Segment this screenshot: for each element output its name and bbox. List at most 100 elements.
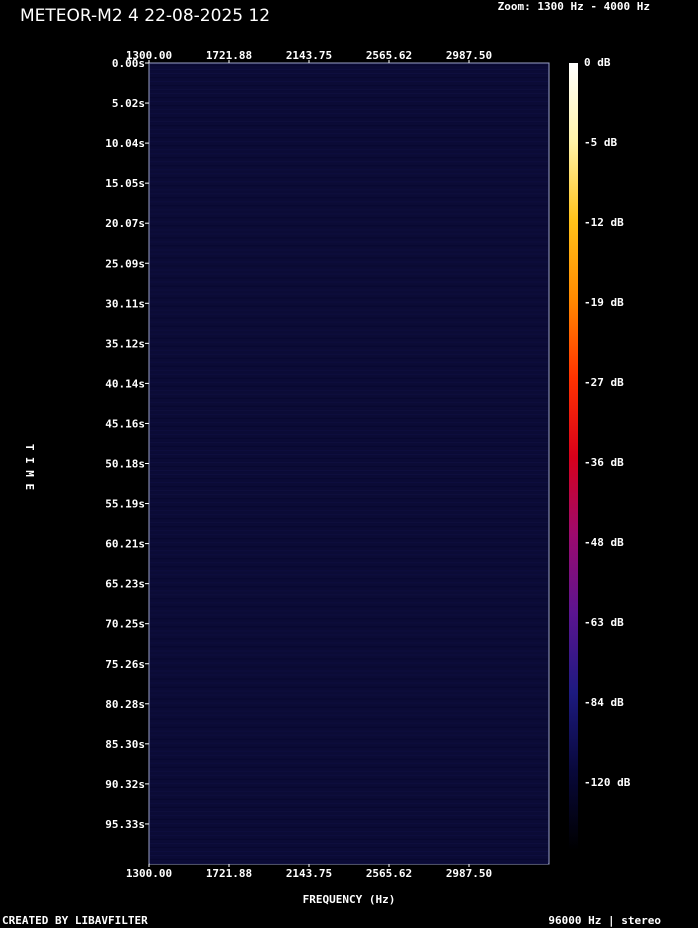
noise-line [150, 790, 548, 792]
footer-credit: CREATED BY LIBAVFILTER [2, 914, 148, 927]
noise-line [150, 838, 548, 840]
noise-line [150, 381, 548, 383]
noise-line [150, 654, 548, 656]
noise-line [150, 658, 548, 660]
noise-line [150, 93, 548, 95]
noise-line [150, 461, 548, 463]
noise-line [150, 417, 548, 419]
noise-line [150, 309, 548, 311]
noise-line [150, 566, 548, 568]
noise-line [150, 702, 548, 704]
noise-line [150, 614, 548, 616]
noise-line [150, 818, 548, 820]
noise-line [150, 674, 548, 676]
noise-line [150, 770, 548, 772]
colorbar-tick-label: -84 dB [584, 696, 624, 709]
noise-line [150, 453, 548, 455]
y-tick-label: 75.26s [105, 658, 145, 671]
noise-line [150, 634, 548, 636]
noise-line [150, 365, 548, 367]
colorbar [569, 63, 578, 850]
noise-line [150, 241, 548, 243]
noise-line [150, 830, 548, 832]
noise-line [150, 670, 548, 672]
noise-line [150, 117, 548, 119]
noise-line [150, 97, 548, 99]
y-axis-label: T I M E [23, 444, 36, 490]
noise-line [150, 806, 548, 808]
y-tick-label: 20.07s [105, 217, 145, 230]
noise-line [150, 225, 548, 227]
noise-line [150, 726, 548, 728]
noise-line [150, 546, 548, 548]
noise-line [150, 385, 548, 387]
noise-line [150, 590, 548, 592]
noise-line [150, 822, 548, 824]
noise-line [150, 237, 548, 239]
footer-sample-rate: 96000 Hz | stereo [548, 914, 661, 927]
noise-line [150, 730, 548, 732]
noise-line [150, 209, 548, 211]
noise-line [150, 486, 548, 488]
noise-line [150, 161, 548, 163]
noise-line [150, 598, 548, 600]
colorbar-tick-label: -12 dB [584, 216, 624, 229]
noise-line [150, 437, 548, 439]
x-tick-label-bottom: 2987.50 [446, 867, 492, 880]
noise-line [150, 738, 548, 740]
noise-line [150, 425, 548, 427]
noise-line [150, 638, 548, 640]
noise-line [150, 101, 548, 103]
noise-line [150, 341, 548, 343]
noise-line [150, 562, 548, 564]
noise-line [150, 429, 548, 431]
noise-line [150, 137, 548, 139]
noise-line [150, 710, 548, 712]
noise-line [150, 421, 548, 423]
noise-line [150, 305, 548, 307]
noise-line [150, 558, 548, 560]
noise-line [150, 498, 548, 500]
noise-line [150, 742, 548, 744]
noise-line [150, 81, 548, 83]
noise-line [150, 77, 548, 79]
noise-line [150, 457, 548, 459]
noise-line [150, 409, 548, 411]
noise-line [150, 65, 548, 66]
noise-line [150, 722, 548, 724]
noise-line [150, 502, 548, 504]
noise-line [150, 602, 548, 604]
noise-line [150, 273, 548, 275]
noise-line [150, 173, 548, 175]
noise-line [150, 345, 548, 347]
noise-line [150, 141, 548, 143]
noise-line [150, 389, 548, 391]
noise-line [150, 197, 548, 199]
noise-line [150, 522, 548, 524]
y-tick-label: 0.00s [112, 57, 145, 70]
noise-line [150, 377, 548, 379]
noise-line [150, 289, 548, 291]
noise-line [150, 750, 548, 752]
noise-line [150, 810, 548, 812]
x-tick-label-bottom: 1300.00 [126, 867, 172, 880]
y-tick-label: 70.25s [105, 618, 145, 631]
colorbar-ticks: 0 dB -5 dB -12 dB -19 dB -27 dB -36 dB -48 dB -… [584, 56, 631, 789]
noise-line [150, 433, 548, 435]
x-axis-label: FREQUENCY (Hz) [303, 893, 396, 906]
noise-line [150, 582, 548, 584]
noise-line [150, 778, 548, 780]
noise-line [150, 518, 548, 520]
noise-line [150, 397, 548, 399]
spectrogram-chart: 1300.00 1721.88 2143.75 2565.62 2987.50 1300… [23, 49, 631, 906]
noise-line [150, 153, 548, 155]
noise-line [150, 329, 548, 331]
noise-line [150, 754, 548, 756]
noise-line [150, 534, 548, 536]
x-tick-label-bottom: 1721.88 [206, 867, 252, 880]
colorbar-tick-label: -19 dB [584, 296, 624, 309]
noise-line [150, 842, 548, 844]
noise-line [150, 494, 548, 496]
noise-line [150, 217, 548, 219]
noise-line [150, 650, 548, 652]
